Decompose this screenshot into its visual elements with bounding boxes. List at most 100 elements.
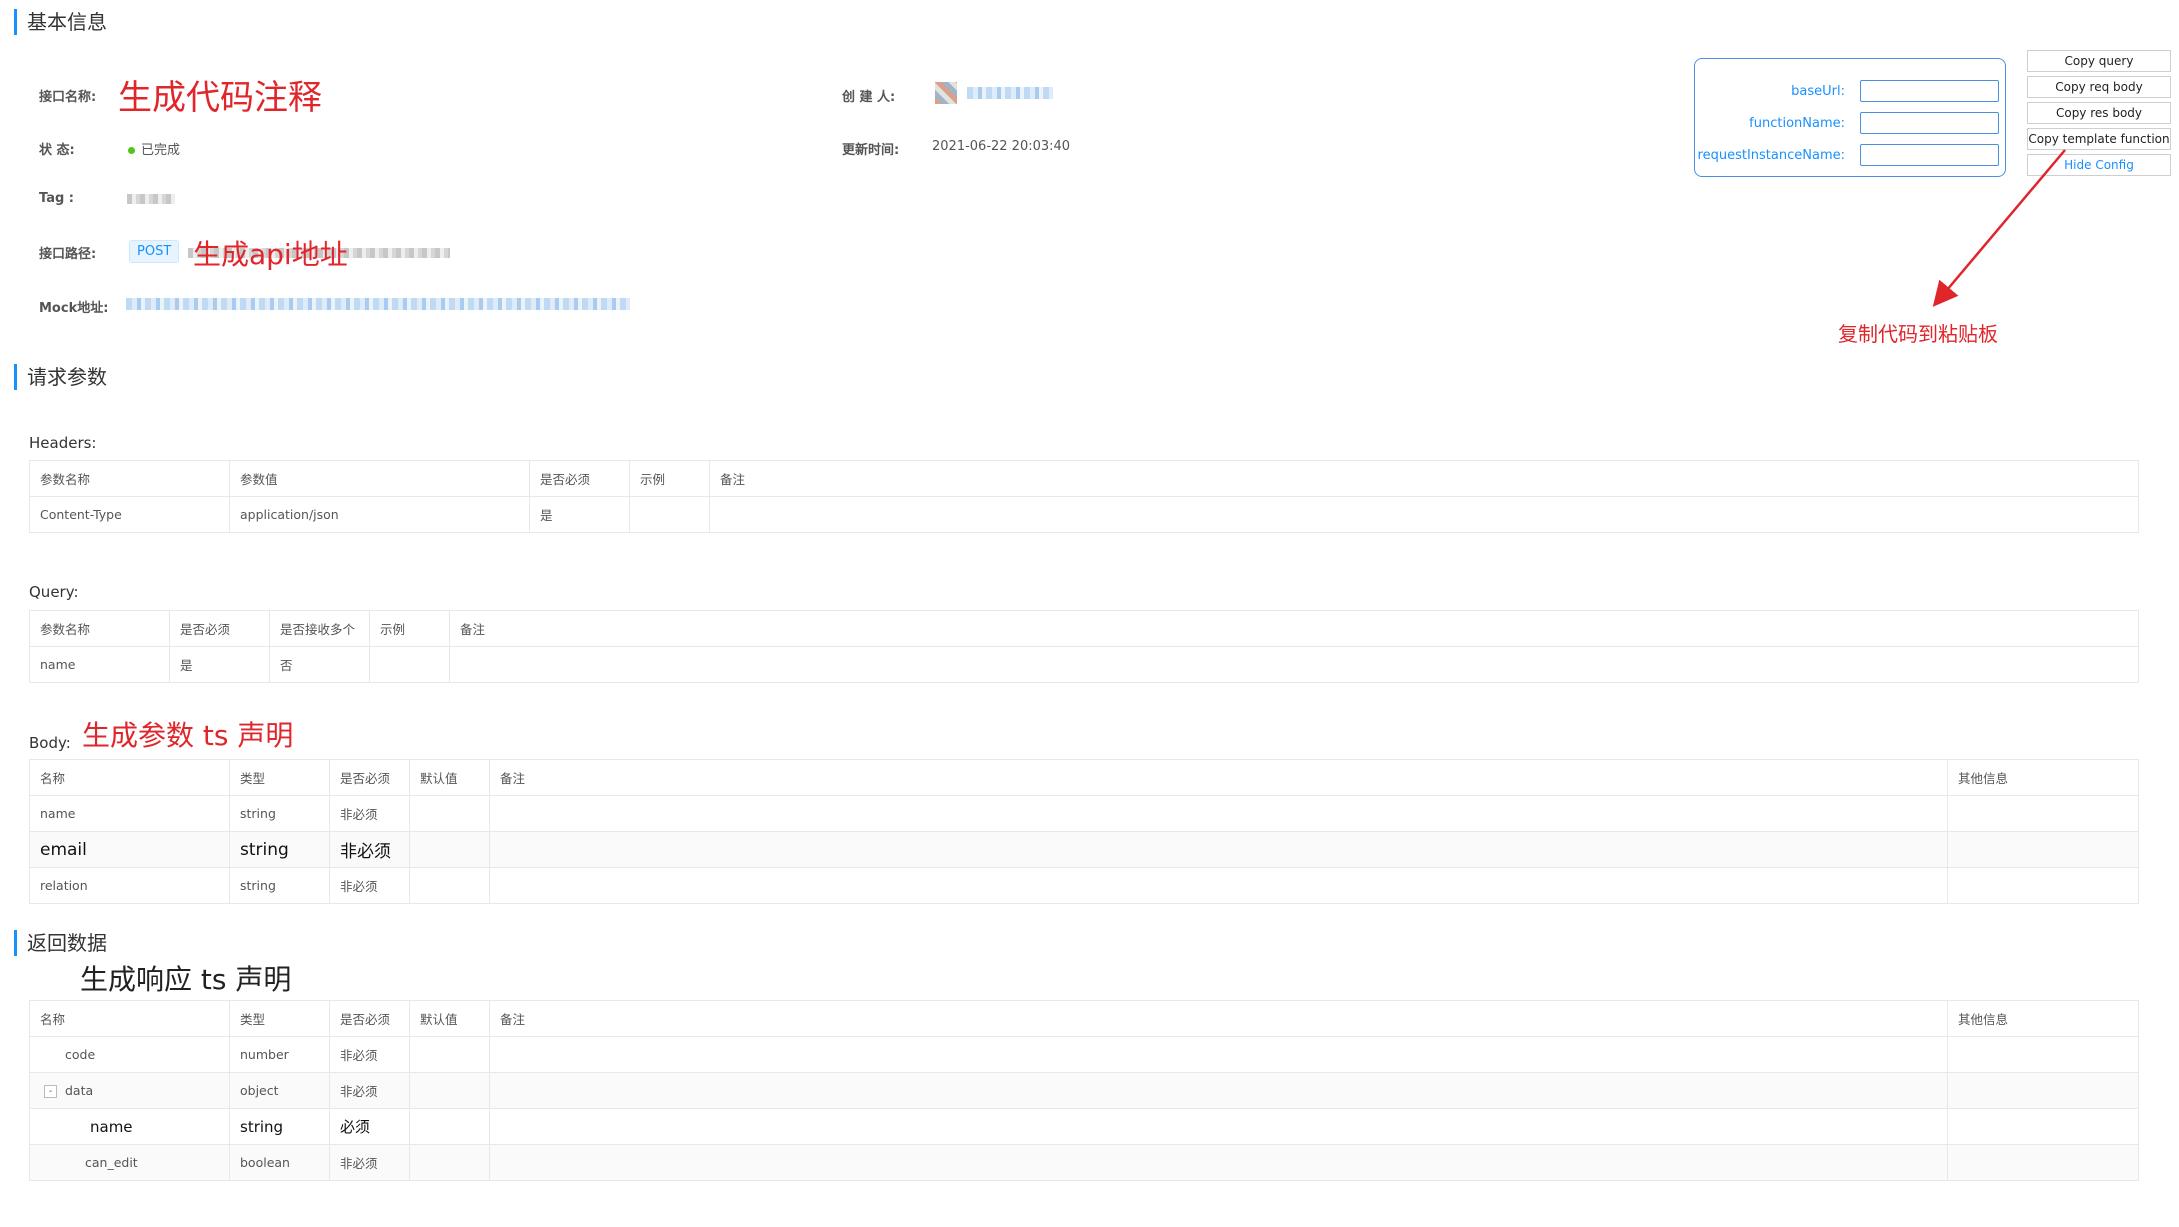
method-tag: POST [129,240,180,263]
cell: 是 [169,646,270,683]
table-row: Content-Type application/json 是 [29,496,2139,533]
cell [409,1108,490,1145]
cell: 必须 [329,1108,410,1145]
column-header: 类型 [229,1000,330,1037]
cell [489,1036,1948,1073]
cell: code [29,1036,230,1073]
creator-label: 创 建 人: [842,90,896,105]
config-row-function-name: functionName: [1695,111,2007,137]
column-header: 类型 [229,759,330,796]
mock-label: Mock地址: [39,301,109,316]
column-header: 备注 [489,1000,1948,1037]
cell: 非必须 [329,795,410,832]
table-row: - data object 非必须 [29,1072,2139,1109]
cell: 是 [529,496,630,533]
column-header: 备注 [489,759,1948,796]
cell [489,1072,1948,1109]
section-title-basic: 基本信息 [14,9,107,35]
mock-url-blurred[interactable] [126,298,630,314]
annotation-param-ts: 生成参数 ts 声明 [82,719,294,752]
cell: number [229,1036,330,1073]
tag-value-blurred [127,193,175,208]
function-name-input[interactable] [1860,112,1999,134]
cell [409,831,490,868]
copy-res-body-button[interactable]: Copy res body [2027,102,2171,124]
table-row: relation string 非必须 [29,867,2139,904]
column-header: 示例 [369,610,450,647]
cell [1947,1072,2139,1109]
cell: email [29,831,230,868]
avatar [935,82,957,104]
headers-table: 参数名称 参数值 是否必须 示例 备注 Content-Type applica… [29,460,2139,533]
request-instance-label: requestInstanceName: [1697,148,1845,163]
collapse-toggle-icon[interactable]: - [44,1085,57,1098]
cell: 否 [269,646,370,683]
base-url-label: baseUrl: [1791,84,1845,99]
annotation-response-ts: 生成响应 ts 声明 [80,963,292,996]
cell: string [229,867,330,904]
column-header: 其他信息 [1947,759,2139,796]
tag-label: Tag : [39,191,74,206]
column-header: 是否必须 [329,759,410,796]
column-header: 是否必须 [169,610,270,647]
query-table: 参数名称 是否必须 是否接收多个 示例 备注 name 是 否 [29,610,2139,683]
cell: name [29,646,170,683]
table-row: name string 非必须 [29,795,2139,832]
cell: name [29,795,230,832]
arrow-icon [1932,149,2066,307]
cell [709,496,2139,533]
table-header-row: 名称 类型 是否必须 默认值 备注 其他信息 [29,1000,2139,1037]
status-label: 状 态: [39,143,75,158]
cell: boolean [229,1144,330,1181]
copy-query-button[interactable]: Copy query [2027,50,2171,72]
cell [489,1144,1948,1181]
cell: 非必须 [329,1144,410,1181]
table-row: name string 必须 [29,1108,2139,1145]
headers-title: Headers: [29,434,97,452]
cell: name [29,1108,230,1145]
status-value: 已完成 [128,139,180,158]
function-name-label: functionName: [1749,116,1845,131]
base-url-input[interactable] [1860,80,1999,102]
annotation-api-address: 生成api地址 [193,238,348,271]
cell [1947,831,2139,868]
cell: can_edit [29,1144,230,1181]
column-header: 参数名称 [29,610,170,647]
query-title: Query: [29,583,79,601]
column-header: 默认值 [409,1000,490,1037]
cell [489,1108,1948,1145]
column-header: 参数值 [229,460,530,497]
column-header: 其他信息 [1947,1000,2139,1037]
cell: string [229,1108,330,1145]
cell: relation [29,867,230,904]
cell [629,496,710,533]
cell [489,867,1948,904]
table-row: can_edit boolean 非必须 [29,1144,2139,1181]
cell [1947,1108,2139,1145]
body-table: 名称 类型 是否必须 默认值 备注 其他信息 name string 非必须 e… [29,759,2139,904]
table-row: code number 非必须 [29,1036,2139,1073]
cell: 非必须 [329,831,410,868]
cell: 非必须 [329,1036,410,1073]
section-title-response: 返回数据 [14,930,107,956]
column-header: 名称 [29,1000,230,1037]
cell [409,795,490,832]
copy-req-body-button[interactable]: Copy req body [2027,76,2171,98]
annotation-clipboard: 复制代码到粘贴板 [1838,322,1998,346]
column-header: 备注 [709,460,2139,497]
column-header: 是否必须 [529,460,630,497]
response-table: 名称 类型 是否必须 默认值 备注 其他信息 code number 非必须 -… [29,1000,2139,1181]
creator-value[interactable] [935,82,1053,104]
cell [409,1144,490,1181]
path-label: 接口路径: [39,247,97,262]
cell [1947,795,2139,832]
status-dot-icon [128,147,135,154]
column-header: 示例 [629,460,710,497]
cell [449,646,2139,683]
cell: - data [29,1072,230,1109]
cell [409,867,490,904]
cell: 非必须 [329,867,410,904]
table-row: email string 非必须 [29,831,2139,868]
updated-value: 2021-06-22 20:03:40 [932,139,1071,154]
column-header: 默认值 [409,759,490,796]
